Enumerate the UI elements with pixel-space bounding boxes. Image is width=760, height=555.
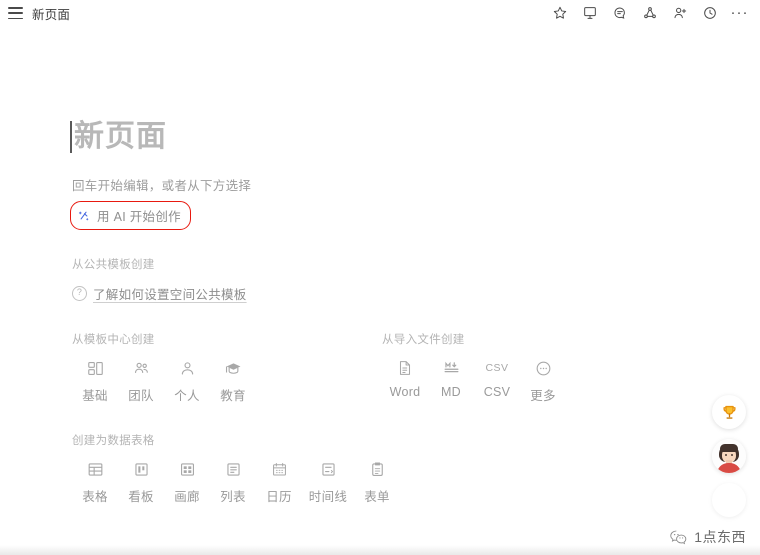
layout-grid-icon bbox=[86, 357, 105, 379]
database-tile-timeline-label: 时间线 bbox=[308, 490, 348, 504]
trophy-button[interactable] bbox=[712, 395, 746, 429]
graduation-cap-icon bbox=[224, 357, 243, 379]
template-tile-education-label: 教育 bbox=[220, 389, 246, 403]
bottom-edge-shadow bbox=[0, 545, 760, 555]
timeline-icon bbox=[319, 458, 338, 480]
database-tile-list-label: 列表 bbox=[220, 490, 246, 504]
import-tile-md[interactable]: MD bbox=[428, 357, 474, 404]
watermark: 1点东西 bbox=[669, 527, 746, 547]
comment-icon[interactable] bbox=[611, 5, 628, 22]
page-canvas: 新页面 回车开始编辑，或者从下方选择 用 AI 开始创作 从公共模板创建 ? 了… bbox=[0, 26, 760, 505]
ai-sparkle-icon bbox=[78, 211, 89, 220]
database-tile-form-label: 表单 bbox=[364, 490, 390, 504]
import-file-section-label: 从导入文件创建 bbox=[382, 334, 465, 346]
text-caret bbox=[70, 121, 72, 153]
share-network-icon[interactable] bbox=[641, 5, 658, 22]
database-tile-table-label: 表格 bbox=[82, 490, 108, 504]
calendar-icon bbox=[270, 458, 289, 480]
question-circle-icon: ? bbox=[72, 286, 87, 301]
template-tile-personal-label: 个人 bbox=[174, 389, 200, 403]
person-icon bbox=[178, 357, 197, 379]
database-section: 创建为数据表格 表格 看板 画廊 列表 日历 时间线 表单 bbox=[72, 432, 672, 505]
create-from-sections: 从模板中心创建 基础 团队 个人 教育 从导入文件创建 Word MD CSV … bbox=[72, 331, 672, 404]
document-title-breadcrumb[interactable]: 新页面 bbox=[32, 4, 70, 23]
template-center-section-label: 从模板中心创建 bbox=[72, 334, 155, 346]
star-icon[interactable] bbox=[551, 5, 568, 22]
import-tile-more[interactable]: 更多 bbox=[520, 357, 566, 404]
database-tile-calendar[interactable]: 日历 bbox=[256, 458, 302, 505]
kanban-icon bbox=[132, 458, 151, 480]
add-person-icon[interactable] bbox=[671, 5, 688, 22]
import-tile-word[interactable]: Word bbox=[382, 357, 428, 404]
editor-hint-text: 回车开始编辑，或者从下方选择 bbox=[72, 179, 252, 193]
more-dots-glyph: ··· bbox=[730, 4, 749, 21]
csv-glyph-text: CSV bbox=[485, 362, 509, 374]
import-file-section: 从导入文件创建 Word MD CSV CSV 更多 bbox=[382, 331, 642, 404]
database-tile-gallery[interactable]: 画廊 bbox=[164, 458, 210, 505]
history-clock-icon[interactable] bbox=[701, 5, 718, 22]
database-tile-timeline[interactable]: 时间线 bbox=[302, 458, 354, 505]
document-content: 新页面 回车开始编辑，或者从下方选择 用 AI 开始创作 从公共模板创建 ? 了… bbox=[70, 26, 672, 505]
template-center-tiles: 基础 团队 个人 教育 bbox=[72, 357, 382, 404]
template-center-section: 从模板中心创建 基础 团队 个人 教育 bbox=[72, 331, 382, 404]
ai-start-label: 用 AI 开始创作 bbox=[97, 210, 181, 224]
template-tile-team-label: 团队 bbox=[128, 389, 154, 403]
list-icon bbox=[224, 458, 243, 480]
extra-round-button[interactable] bbox=[712, 483, 746, 517]
top-bar-left: 新页面 bbox=[8, 4, 70, 23]
import-tile-md-label: MD bbox=[440, 385, 462, 399]
watermark-text: 1点东西 bbox=[694, 529, 746, 545]
import-tile-word-label: Word bbox=[389, 385, 421, 399]
wechat-icon bbox=[670, 530, 687, 544]
database-tiles: 表格 看板 画廊 列表 日历 时间线 表单 bbox=[72, 458, 672, 505]
team-people-icon bbox=[132, 357, 151, 379]
database-tile-list[interactable]: 列表 bbox=[210, 458, 256, 505]
document-icon bbox=[396, 357, 414, 379]
import-file-tiles: Word MD CSV CSV 更多 bbox=[382, 357, 642, 404]
public-template-section: 从公共模板创建 ? 了解如何设置空间公共模板 bbox=[72, 256, 672, 303]
import-tile-csv-label: CSV bbox=[483, 385, 511, 399]
database-tile-kanban-label: 看板 bbox=[128, 490, 154, 504]
trophy-icon bbox=[722, 405, 736, 419]
import-tile-csv[interactable]: CSV CSV bbox=[474, 357, 520, 404]
template-tile-education[interactable]: 教育 bbox=[210, 357, 256, 404]
more-circle-icon bbox=[534, 357, 553, 379]
template-tile-basic[interactable]: 基础 bbox=[72, 357, 118, 404]
page-title[interactable]: 新页面 bbox=[70, 118, 167, 156]
database-tile-calendar-label: 日历 bbox=[266, 490, 292, 504]
database-tile-gallery-label: 画廊 bbox=[174, 490, 200, 504]
ai-start-wrapper: 用 AI 开始创作 bbox=[70, 201, 191, 230]
top-bar: 新页面 ··· bbox=[0, 0, 760, 26]
import-tile-more-label: 更多 bbox=[530, 389, 556, 403]
avatar-icon bbox=[712, 439, 746, 473]
form-icon bbox=[368, 458, 387, 480]
gallery-icon bbox=[178, 458, 197, 480]
markdown-icon bbox=[442, 357, 461, 379]
public-template-help-link[interactable]: ? 了解如何设置空间公共模板 bbox=[72, 284, 247, 303]
database-tile-form[interactable]: 表单 bbox=[354, 458, 400, 505]
template-tile-personal[interactable]: 个人 bbox=[164, 357, 210, 404]
database-tile-kanban[interactable]: 看板 bbox=[118, 458, 164, 505]
database-section-label: 创建为数据表格 bbox=[72, 435, 155, 447]
more-dots-icon[interactable]: ··· bbox=[731, 5, 748, 22]
user-avatar-button[interactable] bbox=[712, 439, 746, 473]
floating-widget-stack bbox=[712, 395, 746, 517]
template-tile-team[interactable]: 团队 bbox=[118, 357, 164, 404]
template-tile-basic-label: 基础 bbox=[82, 389, 108, 403]
page-title-placeholder: 新页面 bbox=[74, 120, 167, 153]
top-bar-actions: ··· bbox=[551, 5, 748, 22]
table-icon bbox=[86, 458, 105, 480]
hamburger-menu-icon[interactable] bbox=[8, 7, 23, 19]
ai-start-button[interactable]: 用 AI 开始创作 bbox=[72, 203, 189, 228]
database-tile-table[interactable]: 表格 bbox=[72, 458, 118, 505]
presentation-icon[interactable] bbox=[581, 5, 598, 22]
public-template-help-label: 了解如何设置空间公共模板 bbox=[93, 288, 247, 302]
public-template-section-label: 从公共模板创建 bbox=[72, 259, 155, 271]
csv-text-icon: CSV bbox=[485, 357, 508, 379]
